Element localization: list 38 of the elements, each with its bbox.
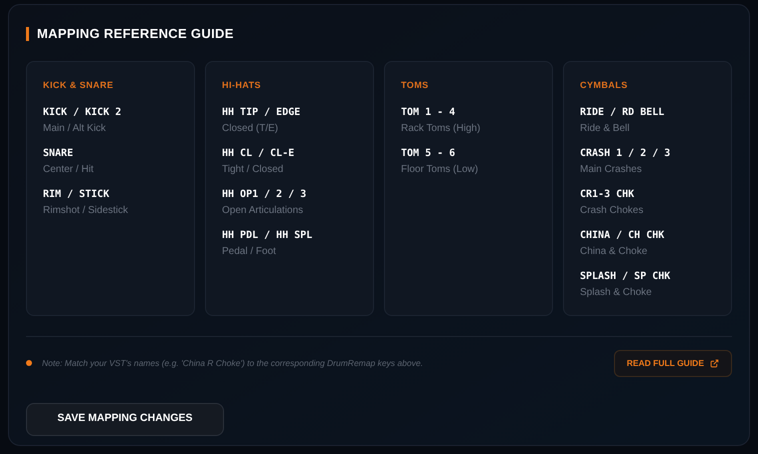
mapping-key: HH TIP / EDGE	[222, 106, 357, 119]
category-title: HI-HATS	[222, 78, 262, 92]
mapping-description: Splash & Choke	[580, 286, 653, 299]
mapping-description: Tight / Closed	[222, 163, 284, 176]
note-text: Note: Match your VST's names (e.g. 'China R Choke') to the corresponding DrumRemap keys above.	[42, 356, 423, 370]
mapping-key: HH PDL / HH SPL	[222, 229, 357, 242]
mapping-key: SPLASH / SP CHK	[580, 270, 715, 283]
mapping-description: Ride & Bell	[580, 122, 630, 135]
external-link-icon	[710, 358, 719, 368]
mapping-key: TOM 5 - 6	[401, 147, 536, 160]
mapping-key: HH OP1 / 2 / 3	[222, 188, 357, 201]
mapping-description: Center / Hit	[43, 163, 95, 176]
mapping-key: RIDE / RD BELL	[580, 106, 715, 119]
mapping-key: HH CL / CL-E	[222, 147, 357, 160]
mapping-description: Main Crashes	[580, 163, 643, 176]
mapping-description: Pedal / Foot	[222, 245, 277, 258]
accent-bar	[26, 26, 29, 41]
save-button[interactable]: SAVE MAPPING CHANGES	[26, 402, 224, 436]
mapping-description: Crash Chokes	[580, 204, 644, 217]
mapping-description: Main / Alt Kick	[43, 122, 107, 135]
mapping-key: KICK / KICK 2	[43, 106, 178, 119]
mapping-key: CRASH 1 / 2 / 3	[580, 147, 715, 160]
read-guide-button[interactable]: READ FULL GUIDE	[614, 350, 732, 376]
mapping-key: CHINA / CH CHK	[580, 229, 715, 242]
category-title: KICK & SNARE	[43, 78, 114, 92]
mapping-description: China & Choke	[580, 245, 648, 258]
mapping-description: Rack Toms (High)	[401, 122, 482, 135]
mapping-key: SNARE	[43, 147, 178, 160]
mapping-description: Closed (T/E)	[222, 122, 280, 135]
mapping-description: Open Articulations	[222, 204, 304, 217]
section-title: MAPPING REFERENCE GUIDE	[37, 25, 234, 43]
mapping-description: Floor Toms (Low)	[401, 163, 480, 176]
mapping-key: RIM / STICK	[43, 188, 178, 201]
mapping-key: TOM 1 - 4	[401, 106, 536, 119]
mapping-key: CR1-3 CHK	[580, 188, 715, 201]
category-title: CYMBALS	[580, 78, 629, 92]
category-title: TOMS	[401, 78, 430, 92]
mapping-description: Rimshot / Sidestick	[43, 204, 130, 217]
